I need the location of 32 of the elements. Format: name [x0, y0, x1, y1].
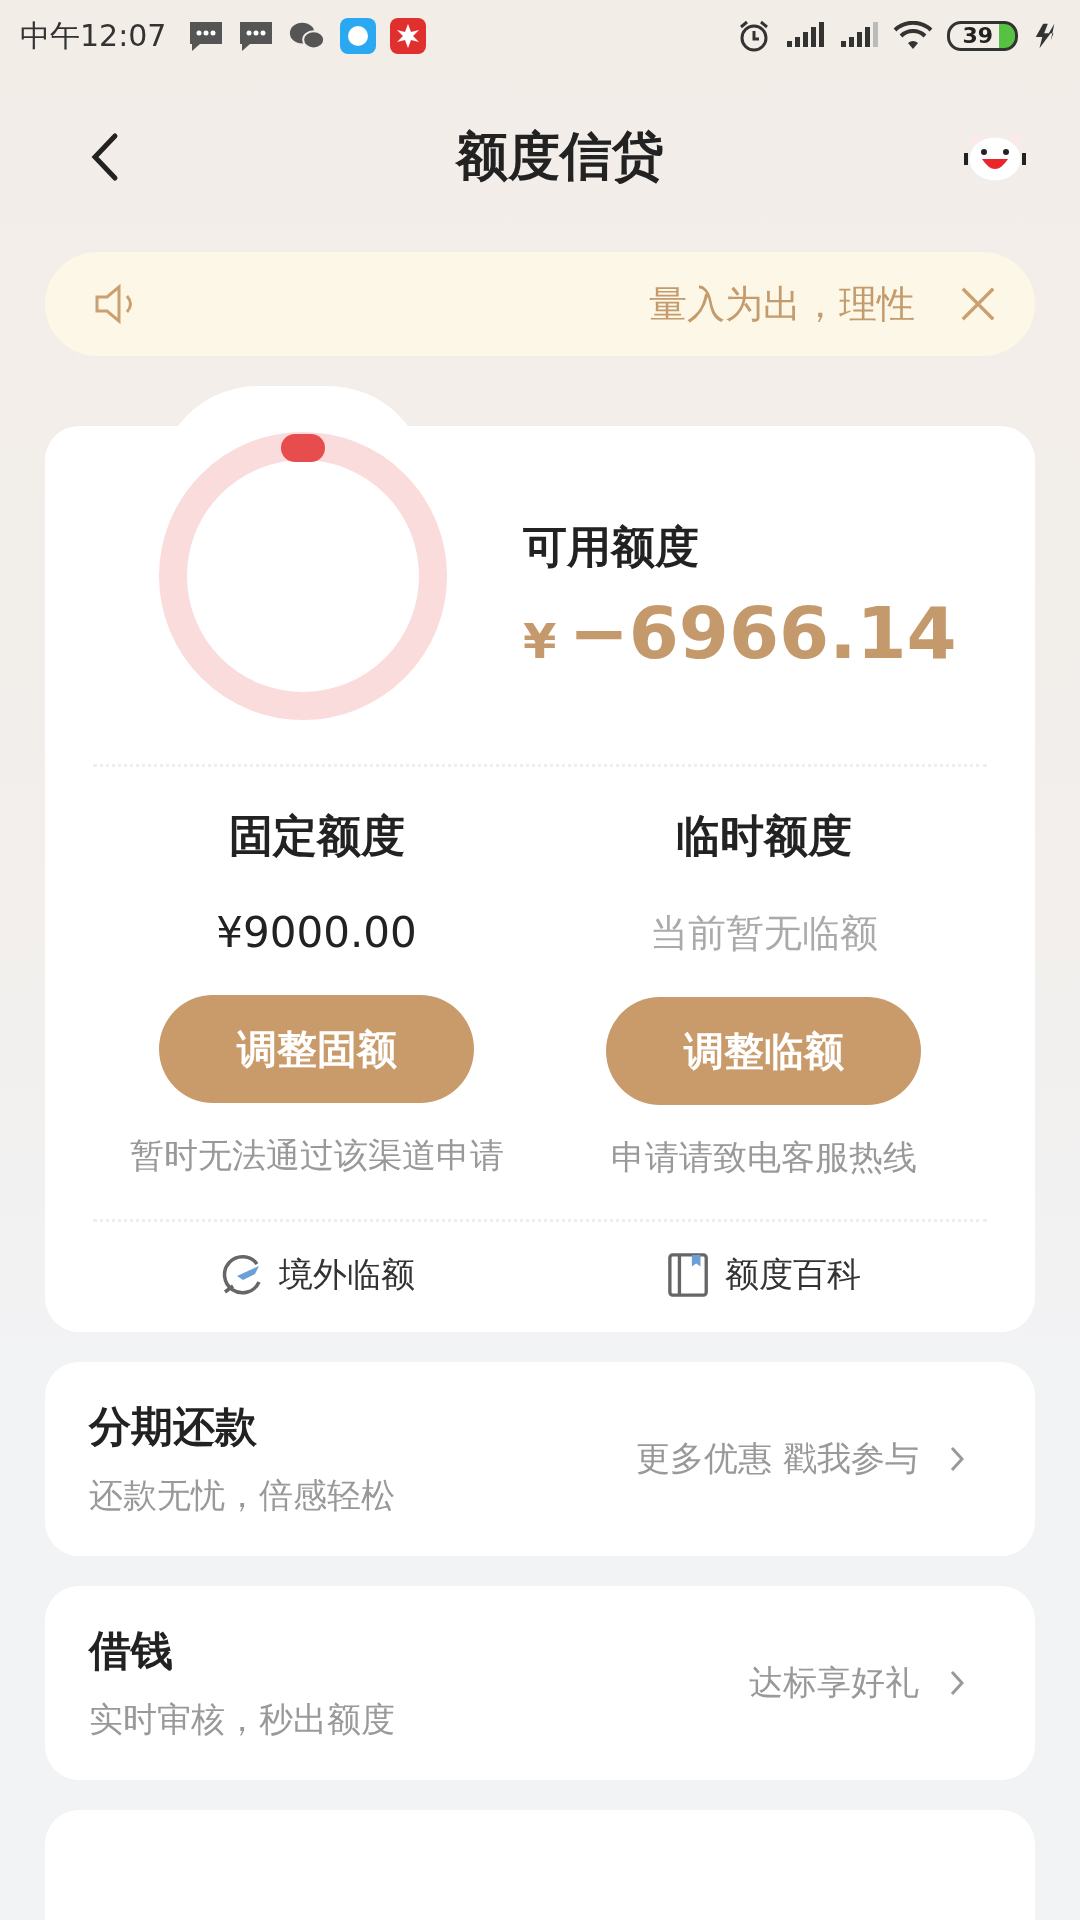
notice-text: 量入为出，理性	[648, 280, 915, 328]
page-title: 额度信贷	[456, 125, 664, 188]
app-icon	[390, 18, 427, 54]
service-promo: 更多优惠 戳我参与	[636, 1437, 919, 1480]
quota-value: 当前暂无临额	[649, 910, 878, 957]
chevron-right-icon	[949, 1669, 965, 1697]
service-title: 分期还款	[89, 1401, 258, 1453]
message-icon	[188, 20, 225, 52]
link-label[interactable]: 额度百科	[724, 1252, 861, 1298]
quota-note: 暂时无法通过该渠道申请	[129, 1134, 504, 1177]
wifi-icon	[893, 21, 934, 51]
message-icon	[238, 20, 275, 52]
back-icon[interactable]	[90, 132, 120, 182]
service-title: 借钱	[89, 1625, 174, 1677]
service-card[interactable]: 借钱 实时审核，秒出额度 达标享好礼	[45, 1586, 1035, 1780]
service-subtitle: 还款无忧，倍感轻松	[89, 1474, 396, 1517]
available-credit-amount: −6966.14	[568, 590, 957, 675]
chevron-right-icon	[949, 1445, 965, 1473]
service-card[interactable]: 分期还款 还款无忧，倍感轻松 更多优惠 戳我参与	[45, 1362, 1035, 1556]
quota-title: 临时额度	[675, 809, 852, 863]
status-time: 中午12:07	[20, 16, 167, 55]
currency-symbol: ¥	[523, 612, 557, 669]
quota-value: ¥9000.00	[216, 908, 417, 957]
link-label[interactable]: 境外临额	[278, 1252, 415, 1298]
quota-title: 固定额度	[228, 809, 405, 863]
browser-app-icon	[340, 18, 377, 54]
available-credit-label: 可用额度	[523, 519, 700, 574]
book-icon[interactable]	[666, 1252, 711, 1298]
quota-note: 申请请致电客服热线	[610, 1136, 917, 1179]
service-subtitle: 实时审核，秒出额度	[89, 1698, 396, 1741]
battery-indicator: 39	[947, 21, 1018, 51]
service-promo: 达标享好礼	[749, 1661, 919, 1704]
